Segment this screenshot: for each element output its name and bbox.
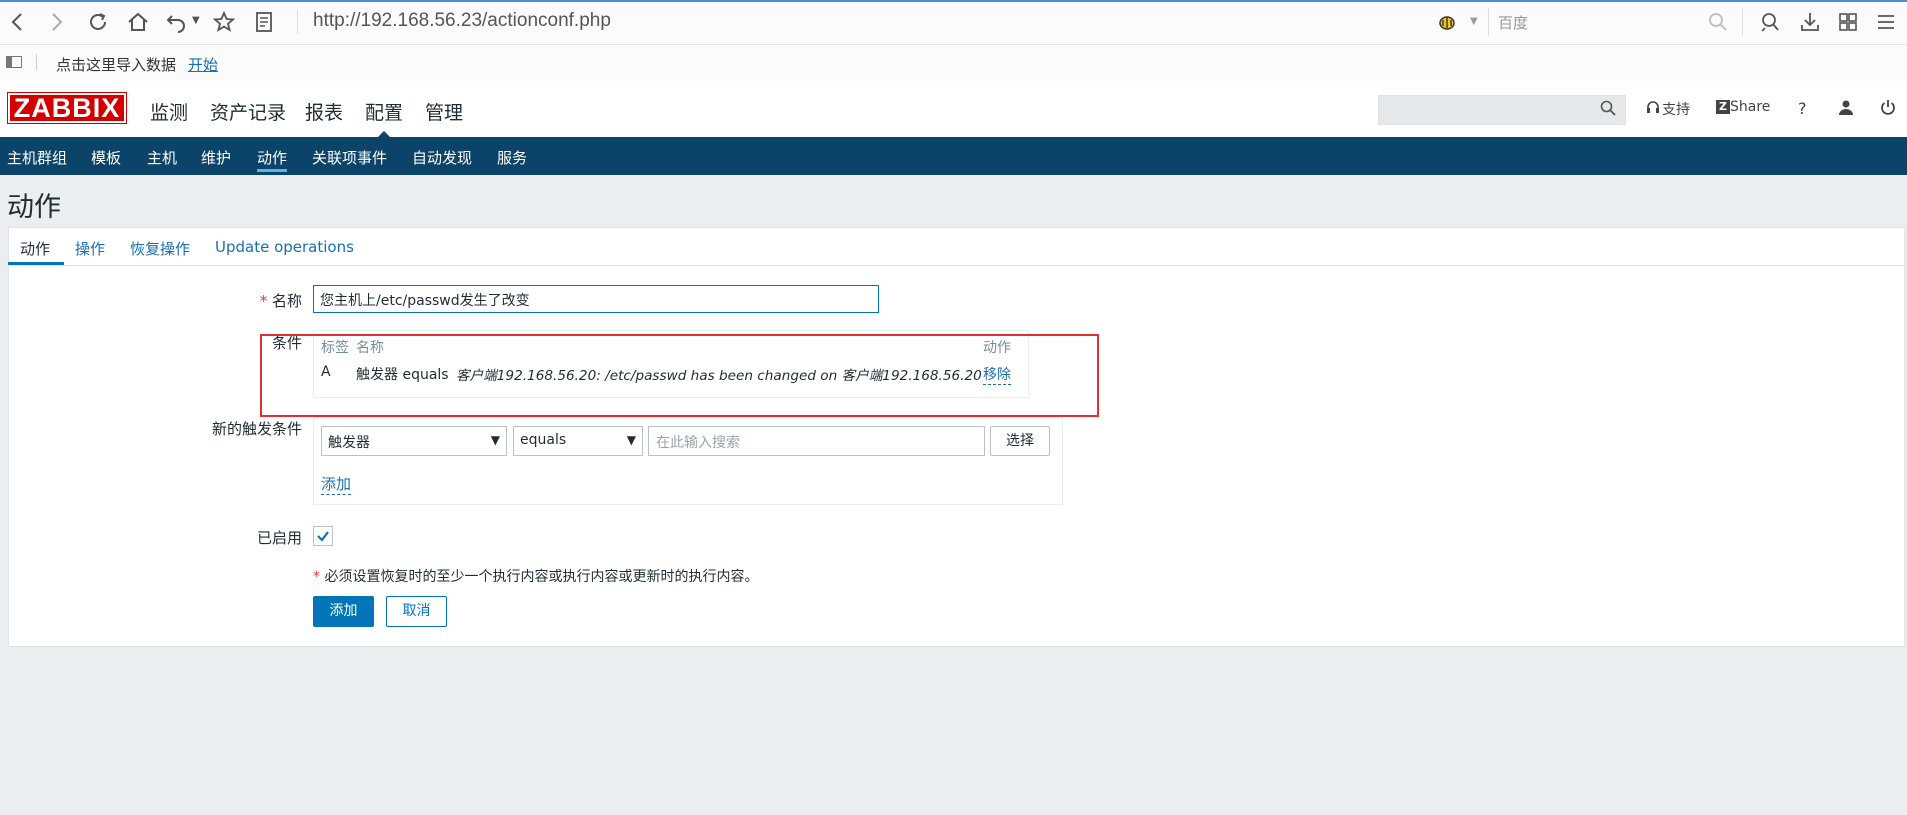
help-link[interactable]: ? [1798,99,1807,118]
share-link[interactable]: Share [1730,99,1770,115]
toolbar-divider [1742,8,1743,36]
home-icon[interactable] [126,10,150,34]
headset-icon [1646,100,1660,116]
subnav-templates[interactable]: 模板 [91,147,121,168]
address-bar[interactable]: http://192.168.56.23/actionconf.php [313,10,611,32]
browser-toolbar [0,0,1907,45]
reload-icon[interactable] [86,10,110,34]
page-title: 动作 [7,192,61,223]
back-icon[interactable] [6,10,30,34]
nav-configuration[interactable]: 配置 [365,98,403,125]
required-note-text: 必须设置恢复时的至少一个执行内容或执行内容或更新时的执行内容。 [324,569,759,585]
zabbix-logo[interactable]: ZABBIX [8,93,126,123]
cancel-button[interactable]: 取消 [386,596,447,627]
enabled-checkbox[interactable] [313,526,333,546]
nav-inventory[interactable]: 资产记录 [210,98,286,125]
star-icon[interactable] [212,10,236,34]
bee-extension-icon[interactable] [1435,10,1459,34]
menu-icon[interactable] [1874,10,1898,34]
required-note: * 必须设置恢复时的至少一个执行内容或执行内容或更新时的执行内容。 [313,566,758,586]
toolbar-divider [1488,8,1489,36]
apps-icon[interactable] [1836,10,1860,34]
tab-action[interactable]: 动作 [20,238,50,259]
import-bookmarks-text: 点击这里导入数据 [56,56,177,74]
search-icon[interactable] [1706,10,1730,34]
nav-reports[interactable]: 报表 [305,98,343,125]
share-logo-icon: Z [1716,100,1730,114]
name-label: * 名称 [122,290,302,311]
extension-dropdown-icon[interactable]: ▼ [1470,16,1478,27]
toolbar-divider [297,10,298,34]
name-input[interactable]: 您主机上/etc/passwd发生了改变 [313,285,879,313]
operator-select[interactable]: equals ▼ [513,426,643,456]
subnav-discovery[interactable]: 自动发现 [412,147,472,168]
logout-icon[interactable] [1880,99,1896,115]
chevron-down-icon: ▼ [490,433,500,447]
tab-operations[interactable]: 操作 [75,238,105,259]
nav-administration[interactable]: 管理 [425,98,463,125]
forward-icon[interactable] [44,10,68,34]
condition-type-value: 触发器 [328,435,370,451]
trigger-search-input[interactable]: 在此输入搜索 [648,426,985,456]
subnav-services[interactable]: 服务 [497,147,527,168]
window-accent-line [0,0,1907,2]
checkmark-icon [317,531,329,542]
select-button[interactable]: 选择 [990,426,1050,456]
subnav-actions[interactable]: 动作 [257,147,287,168]
active-tab-indicator [8,262,64,265]
undo-dropdown-icon[interactable]: ▼ [192,15,200,26]
required-marker: * [259,292,272,310]
subnav-host-groups[interactable]: 主机群组 [7,147,67,168]
bookmark-bar [0,45,1907,82]
reader-icon[interactable] [252,10,276,34]
search-icon[interactable] [1600,100,1616,116]
subnav-active-indicator [257,169,287,172]
global-search-input[interactable] [1378,95,1626,125]
tab-recovery-operations[interactable]: 恢复操作 [130,238,190,259]
add-condition-link[interactable]: 添加 [321,473,352,495]
tab-update-operations[interactable]: Update operations [215,238,354,256]
subnav-maintenance[interactable]: 维护 [201,147,231,168]
user-profile-icon[interactable] [1838,99,1854,115]
required-marker: * [313,569,325,585]
import-start-link[interactable]: 开始 [188,54,218,75]
sidebar-toggle-icon[interactable] [6,56,22,68]
browser-search-box[interactable]: 百度 [1498,12,1528,33]
condition-type-select[interactable]: 触发器 ▼ [321,426,507,456]
add-button[interactable]: 添加 [313,596,374,627]
chevron-down-icon: ▼ [626,433,636,447]
bookmark-divider [36,54,37,70]
operator-value: equals [520,432,567,448]
nav-monitoring[interactable]: 监测 [150,98,188,125]
subnav-hosts[interactable]: 主机 [147,147,177,168]
subnav-event-correlation[interactable]: 关联项事件 [312,147,387,168]
highlight-annotation [260,334,1099,417]
enabled-label: 已启用 [256,529,302,547]
new-condition-label: 新的触发条件 [211,420,302,438]
undo-icon[interactable] [164,10,188,34]
name-label-text: 名称 [271,292,302,310]
find-icon[interactable] [1758,10,1782,34]
support-link[interactable]: 支持 [1662,99,1690,119]
download-icon[interactable] [1798,10,1822,34]
